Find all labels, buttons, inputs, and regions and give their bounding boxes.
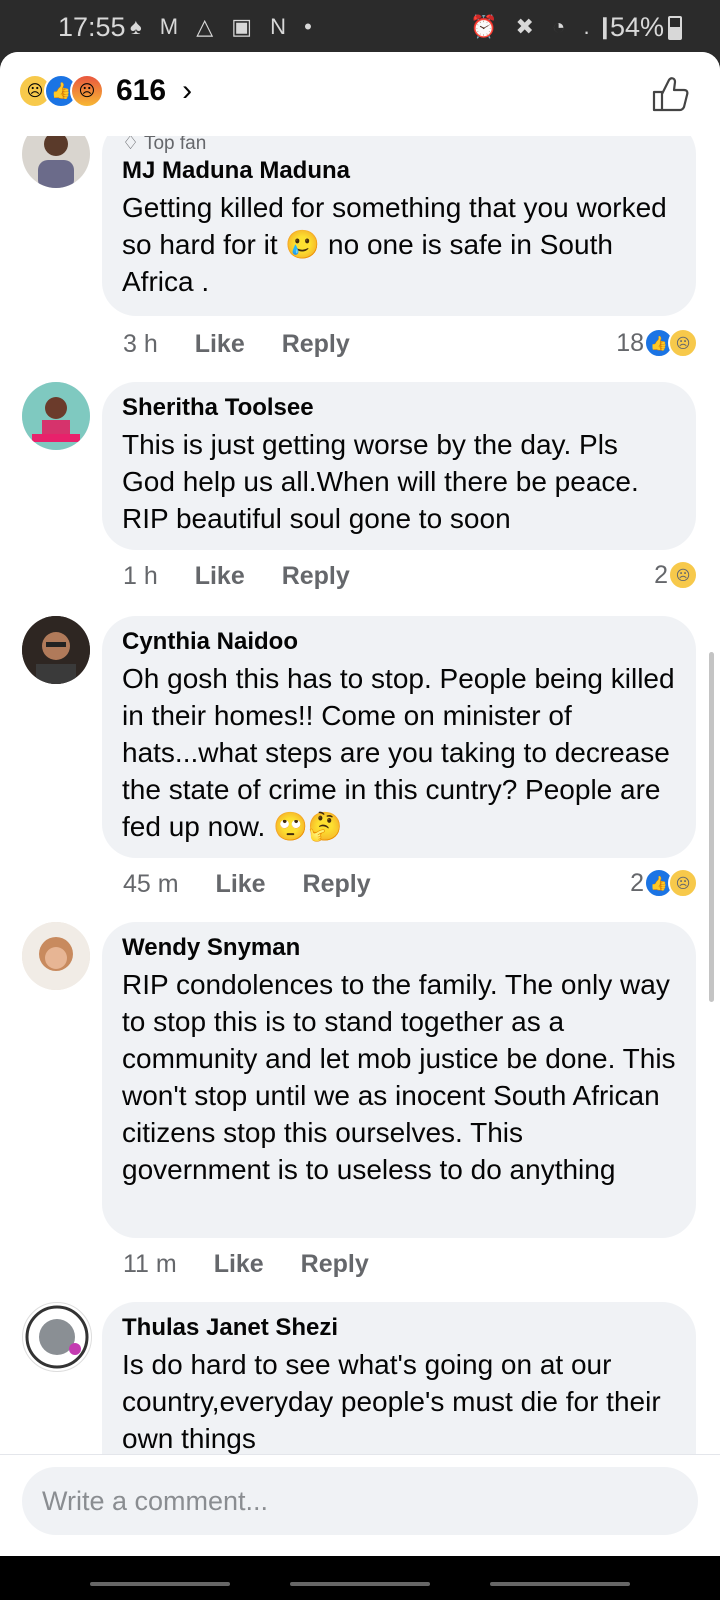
- comments-sheet: ☹ 👍 ☹ 616 › ♢ Top fan MJ Maduna Maduna G…: [0, 52, 720, 1608]
- comment-time[interactable]: 3 h: [123, 330, 158, 358]
- like-button[interactable]: Like: [195, 562, 245, 590]
- comment-text: Getting killed for something that you wo…: [122, 192, 667, 297]
- sad-reaction-icon: ☹: [668, 560, 698, 590]
- clock: 17:55: [58, 12, 126, 42]
- battery-icon: [668, 16, 682, 40]
- comment-author[interactable]: MJ Maduna Maduna: [122, 157, 676, 185]
- comment-text: RIP condolences to the family. The only …: [122, 969, 676, 1185]
- avatar[interactable]: [22, 382, 90, 450]
- comment-bubble[interactable]: Cynthia Naidoo Oh gosh this has to stop.…: [102, 616, 696, 858]
- comment-actions: 3 h Like Reply: [123, 330, 380, 359]
- comment-actions: 45 m Like Reply: [123, 870, 401, 899]
- nav-home-handle[interactable]: [290, 1582, 430, 1586]
- like-button[interactable]: Like: [214, 1250, 264, 1278]
- chevron-right-icon: ›: [182, 74, 193, 107]
- comment-author[interactable]: Cynthia Naidoo: [122, 628, 676, 656]
- nav-recents-handle[interactable]: [90, 1582, 230, 1586]
- avatar[interactable]: [22, 922, 90, 990]
- comment-composer: [0, 1454, 720, 1555]
- notification-icons: ♠ M △ ▣ N •: [130, 14, 318, 39]
- scrollbar[interactable]: [709, 652, 714, 1002]
- battery-level: 54%: [609, 12, 664, 42]
- comment-bubble[interactable]: ♢ Top fan MJ Maduna Maduna Getting kille…: [102, 136, 696, 316]
- comment-list: ♢ Top fan MJ Maduna Maduna Getting kille…: [0, 136, 720, 1538]
- reply-button[interactable]: Reply: [301, 1250, 369, 1278]
- comment-text: Oh gosh this has to stop. People being k…: [122, 663, 675, 842]
- angry-reaction-icon: ☹: [70, 74, 104, 108]
- comment-input[interactable]: [22, 1467, 698, 1535]
- like-button[interactable]: Like: [195, 330, 245, 358]
- nav-back-handle[interactable]: [490, 1582, 630, 1586]
- reply-button[interactable]: Reply: [282, 330, 350, 358]
- reactions-header: ☹ 👍 ☹ 616 ›: [0, 52, 720, 136]
- reaction-count: 616: [116, 74, 167, 107]
- like-thumb-icon[interactable]: [650, 74, 690, 114]
- reaction-number: 18: [616, 328, 644, 357]
- reply-button[interactable]: Reply: [303, 870, 371, 898]
- sad-reaction-icon: ☹: [668, 328, 698, 358]
- comment-reactions[interactable]: 2 ☹: [654, 560, 698, 590]
- comment-reactions[interactable]: 2 👍 ☹: [630, 868, 698, 898]
- reaction-number: 2: [654, 560, 668, 589]
- reaction-number: 2: [630, 868, 644, 897]
- avatar[interactable]: [22, 136, 90, 188]
- comment-time[interactable]: 11 m: [123, 1250, 177, 1278]
- comment-time[interactable]: 1 h: [123, 562, 158, 590]
- system-icons: ⏰ ✖ ◔ .❙: [470, 14, 620, 39]
- comment-author[interactable]: Sheritha Toolsee: [122, 394, 676, 422]
- comment-time[interactable]: 45 m: [123, 870, 179, 898]
- reactions-summary[interactable]: ☹ 👍 ☹ 616 ›: [18, 74, 192, 108]
- avatar[interactable]: [22, 1302, 92, 1372]
- top-fan-badge: ♢ Top fan: [122, 136, 676, 155]
- avatar[interactable]: [22, 616, 90, 684]
- comment-actions: 1 h Like Reply: [123, 562, 380, 591]
- comment-text: Is do hard to see what's going on at our…: [122, 1349, 661, 1454]
- comment-author[interactable]: Wendy Snyman: [122, 934, 676, 962]
- diamond-icon: ♢: [122, 136, 140, 154]
- sad-reaction-icon: ☹: [668, 868, 698, 898]
- comment-bubble[interactable]: Sheritha Toolsee This is just getting wo…: [102, 382, 696, 550]
- reply-button[interactable]: Reply: [282, 562, 350, 590]
- status-bar: 17:55 ♠ M △ ▣ N • ⏰ ✖ ◔ .❙ 54%: [0, 0, 720, 54]
- comment-text: This is just getting worse by the day. P…: [122, 429, 639, 534]
- comment-reactions[interactable]: 18 👍 ☹: [616, 328, 698, 358]
- system-nav-bar: [0, 1556, 720, 1600]
- comment-author[interactable]: Thulas Janet Shezi: [122, 1314, 676, 1342]
- comment-bubble[interactable]: Wendy Snyman RIP condolences to the fami…: [102, 922, 696, 1238]
- like-button[interactable]: Like: [216, 870, 266, 898]
- comment-actions: 11 m Like Reply: [123, 1250, 399, 1279]
